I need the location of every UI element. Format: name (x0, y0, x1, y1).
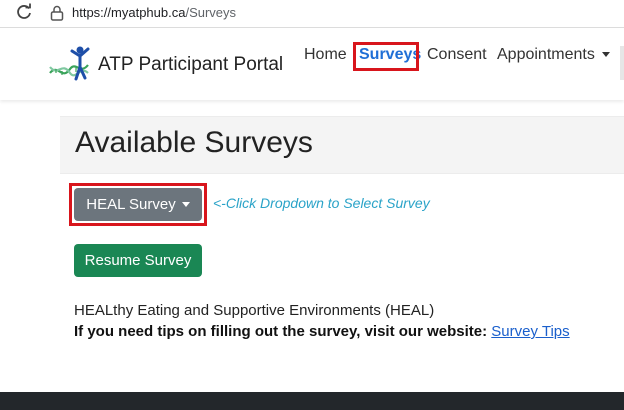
brand[interactable]: ATP Participant Portal (48, 45, 283, 85)
survey-description: HEALthy Eating and Supportive Environmen… (74, 302, 435, 319)
resume-survey-button[interactable]: Resume Survey (74, 244, 202, 277)
url-field[interactable]: https://myatphub.ca/Surveys (72, 5, 236, 20)
caret-down-icon (601, 52, 610, 58)
browser-address-bar: https://myatphub.ca/Surveys (0, 0, 624, 28)
nav-overflow-edge (620, 46, 624, 80)
atp-logo-icon (48, 43, 96, 88)
reload-icon[interactable] (14, 2, 34, 22)
survey-tips-link[interactable]: Survey Tips (491, 323, 569, 340)
nav-appointments-dropdown[interactable]: Appointments (497, 46, 610, 64)
nav-appointments-label: Appointments (497, 46, 595, 63)
page-header: Available Surveys (60, 116, 624, 174)
site-navbar: ATP Participant Portal Home Surveys Cons… (0, 28, 624, 100)
caret-down-icon (181, 202, 190, 207)
url-domain: myatphub.ca (111, 5, 186, 20)
nav-consent-link[interactable]: Consent (427, 46, 487, 64)
site-footer (0, 392, 624, 410)
survey-select-dropdown[interactable]: HEAL Survey (74, 188, 202, 221)
url-prefix: https:// (72, 5, 112, 20)
dropdown-instruction-annotation: <-Click Dropdown to Select Survey (213, 195, 430, 211)
survey-tips-text: If you need tips on filling out the surv… (74, 323, 488, 340)
url-path: /Surveys (185, 5, 237, 20)
survey-tips-line: If you need tips on filling out the surv… (74, 323, 570, 340)
nav-home-link[interactable]: Home (304, 46, 347, 64)
survey-dropdown-label: HEAL Survey (86, 196, 176, 213)
brand-title: ATP Participant Portal (98, 54, 284, 75)
lock-icon[interactable] (48, 4, 66, 22)
page-title: Available Surveys (75, 126, 313, 159)
surveys-highlight-box (353, 42, 419, 71)
